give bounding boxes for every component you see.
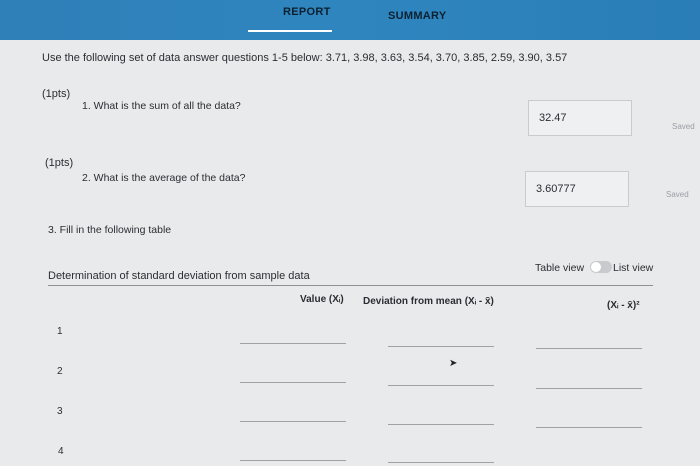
row3-deviation-input[interactable]: [388, 424, 494, 425]
q1-answer-field[interactable]: 32.47: [528, 100, 632, 136]
row1-squared-input[interactable]: [536, 348, 642, 349]
row-number: 1: [57, 326, 63, 337]
row1-value-input[interactable]: [240, 343, 346, 344]
row2-deviation-input[interactable]: [388, 385, 494, 386]
q2-points: (1pts): [45, 157, 74, 169]
q2-answer-field[interactable]: 3.60777: [525, 171, 629, 207]
row-number: 2: [57, 366, 63, 377]
q2-saved-status: Saved: [666, 190, 689, 199]
q3-text: 3. Fill in the following table: [48, 224, 172, 236]
table-title: Determination of standard deviation from…: [48, 270, 310, 282]
active-tab-indicator: [248, 30, 332, 32]
q1-saved-status: Saved: [672, 122, 695, 131]
mouse-pointer-icon: ➤: [449, 358, 458, 369]
tab-report[interactable]: REPORT: [283, 6, 331, 18]
instructions-text: Use the following set of data answer que…: [42, 52, 568, 64]
row3-value-input[interactable]: [240, 421, 346, 422]
row1-deviation-input[interactable]: [388, 346, 494, 347]
toggle-knob: [591, 262, 601, 272]
list-view-label[interactable]: List view: [613, 262, 653, 274]
tab-summary[interactable]: SUMMARY: [388, 10, 447, 22]
table-header-rule: [48, 285, 653, 286]
row4-value-input[interactable]: [240, 460, 346, 461]
q2-text: 2. What is the average of the data?: [82, 172, 246, 184]
q1-text: 1. What is the sum of all the data?: [82, 100, 241, 112]
column-header-value: Value (Xᵢ): [300, 294, 344, 305]
table-view-label[interactable]: Table view: [535, 262, 584, 274]
top-nav-bar: REPORT SUMMARY: [0, 0, 700, 40]
row2-value-input[interactable]: [240, 382, 346, 383]
q1-points: (1pts): [42, 88, 71, 100]
row3-squared-input[interactable]: [536, 427, 642, 428]
view-toggle-switch[interactable]: [590, 261, 612, 273]
row-number: 3: [57, 406, 63, 417]
row4-deviation-input[interactable]: [388, 462, 494, 463]
row-number: 4: [58, 446, 64, 457]
row2-squared-input[interactable]: [536, 388, 642, 389]
column-header-deviation: Deviation from mean (Xᵢ - x̄): [363, 296, 494, 307]
column-header-squared-deviation: (Xᵢ - x̄)²: [607, 300, 640, 311]
